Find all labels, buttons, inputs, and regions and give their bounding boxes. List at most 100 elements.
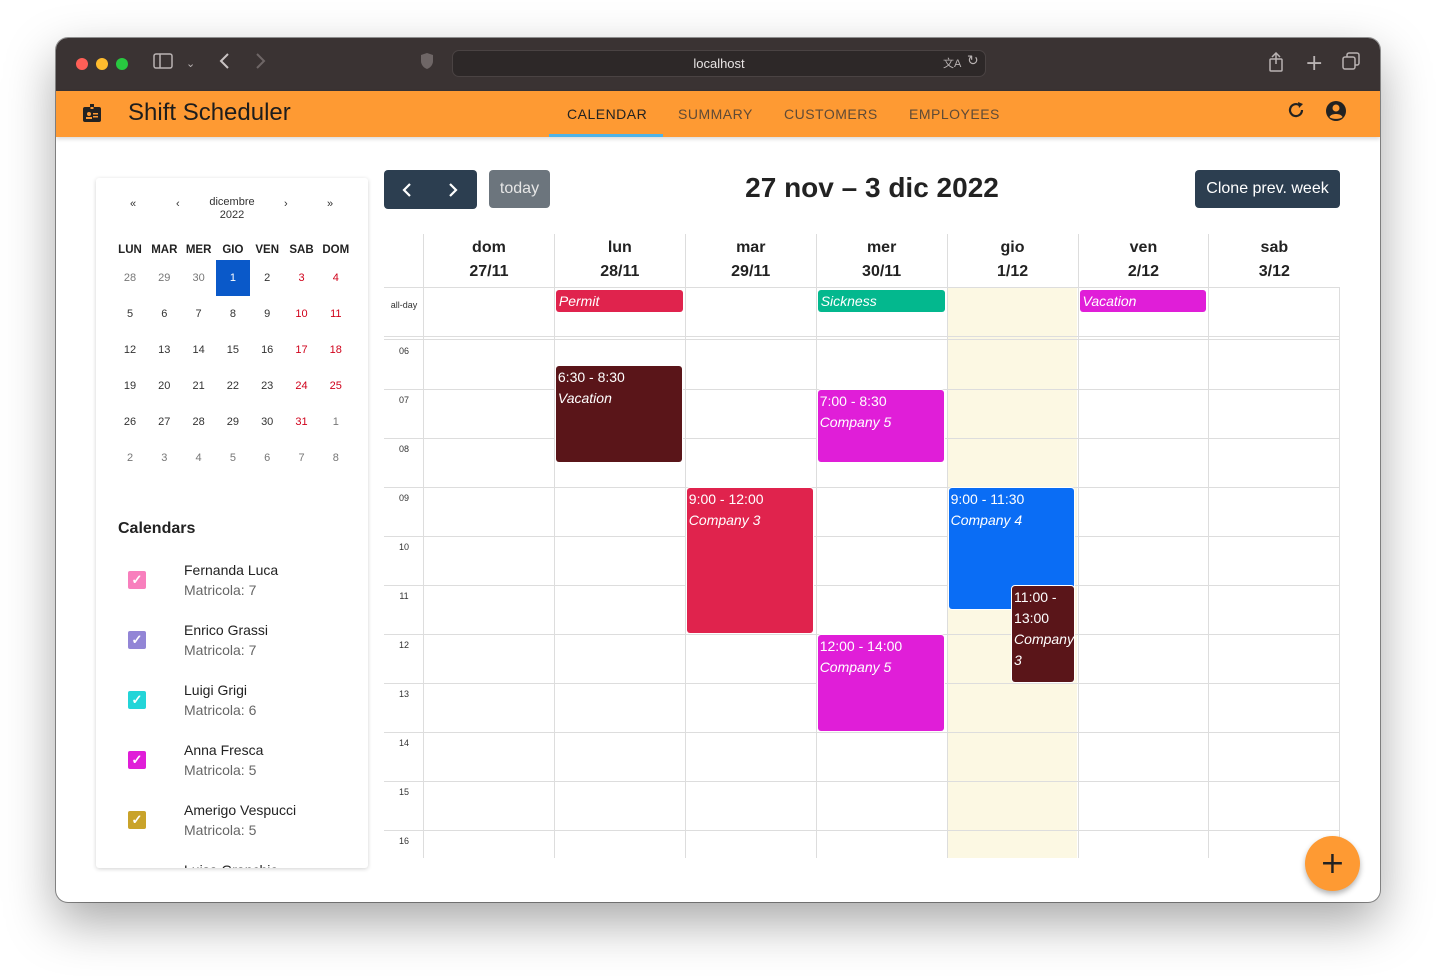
next-month-button[interactable]: ›: [284, 198, 288, 210]
shift-event[interactable]: 12:00 - 14:00 Company 5: [817, 635, 944, 731]
back-icon[interactable]: [218, 52, 232, 77]
mini-calendar-day[interactable]: 22: [216, 368, 250, 404]
mini-calendar-day[interactable]: 31: [285, 404, 319, 440]
mini-calendar-day[interactable]: 10: [285, 296, 319, 332]
calendar-name: Enrico Grassi: [184, 622, 269, 638]
checkbox-icon[interactable]: ✓: [128, 571, 146, 589]
mini-calendar-day[interactable]: 2: [113, 440, 147, 476]
close-window-button[interactable]: [76, 58, 88, 70]
mini-calendar-day[interactable]: 3: [285, 260, 319, 296]
refresh-icon[interactable]: [1286, 100, 1306, 125]
day-header[interactable]: lun 28/11: [553, 234, 685, 287]
mini-calendar-day[interactable]: 27: [147, 404, 181, 440]
mini-calendar-day[interactable]: 16: [250, 332, 284, 368]
allday-event[interactable]: Permit: [555, 290, 683, 312]
maximize-window-button[interactable]: [116, 58, 128, 70]
mini-calendar-day[interactable]: 2: [250, 260, 284, 296]
mini-calendar-day[interactable]: 30: [182, 260, 216, 296]
mini-calendar-day[interactable]: 20: [147, 368, 181, 404]
mini-calendar-day[interactable]: 5: [216, 440, 250, 476]
checkbox-icon[interactable]: ✓: [128, 691, 146, 709]
mini-calendar-day[interactable]: 24: [285, 368, 319, 404]
mini-calendar-day[interactable]: 29: [147, 260, 181, 296]
reload-page-icon[interactable]: ↻: [967, 53, 979, 69]
day-header[interactable]: mer 30/11: [815, 234, 947, 287]
mini-calendar-day[interactable]: 12: [113, 332, 147, 368]
checkbox-icon[interactable]: ✓: [128, 811, 146, 829]
tab-customers[interactable]: CUSTOMERS: [784, 106, 878, 122]
mini-calendar-day[interactable]: 18: [319, 332, 353, 368]
day-header[interactable]: dom 27/11: [423, 234, 554, 287]
calendar-item[interactable]: ✓ Fernanda Luca Matricola: 7: [96, 560, 368, 620]
day-header[interactable]: gio 1/12: [946, 234, 1078, 287]
mini-calendar-day[interactable]: 5: [113, 296, 147, 332]
mini-calendar-day[interactable]: 26: [113, 404, 147, 440]
checkbox-icon[interactable]: ✓: [128, 631, 146, 649]
mini-calendar-day[interactable]: 9: [250, 296, 284, 332]
next-year-button[interactable]: »: [327, 198, 333, 210]
share-icon[interactable]: [1268, 51, 1284, 79]
calendar-item[interactable]: ✓Luisa Granchio: [96, 860, 368, 868]
day-header[interactable]: ven 2/12: [1077, 234, 1209, 287]
hour-divider: [384, 781, 1340, 782]
mini-calendar-day[interactable]: 13: [147, 332, 181, 368]
mini-calendar-day[interactable]: 7: [285, 440, 319, 476]
allday-event[interactable]: Vacation: [1079, 290, 1207, 312]
address-bar[interactable]: localhost 文A ↻: [452, 50, 986, 77]
mini-calendar-day[interactable]: 30: [250, 404, 284, 440]
forward-icon[interactable]: [253, 52, 267, 77]
calendar-item[interactable]: ✓ Luigi Grigi Matricola: 6: [96, 680, 368, 740]
mini-calendar-day[interactable]: 4: [182, 440, 216, 476]
shift-event[interactable]: 11:00 - 13:00 Company 3: [1012, 586, 1075, 682]
prev-month-button[interactable]: ‹: [176, 198, 180, 210]
sidebar-toggle-icon[interactable]: [153, 52, 173, 76]
mini-calendar-day[interactable]: 19: [113, 368, 147, 404]
day-header[interactable]: mar 29/11: [684, 234, 816, 287]
mini-calendar-day[interactable]: 6: [250, 440, 284, 476]
calendar-item[interactable]: ✓ Amerigo Vespucci Matricola: 5: [96, 800, 368, 860]
today-button[interactable]: today: [489, 170, 550, 208]
mini-calendar-month[interactable]: dicembre 2022: [192, 196, 272, 222]
shift-event[interactable]: 9:00 - 12:00 Company 3: [686, 488, 813, 633]
mini-calendar-day[interactable]: 4: [319, 260, 353, 296]
mini-calendar-day[interactable]: 25: [319, 368, 353, 404]
account-icon[interactable]: [1325, 100, 1347, 127]
mini-calendar-day[interactable]: 29: [216, 404, 250, 440]
checkbox-icon[interactable]: ✓: [128, 751, 146, 769]
calendar-item[interactable]: ✓ Anna Fresca Matricola: 5: [96, 740, 368, 800]
mini-calendar-day[interactable]: 1: [215, 260, 250, 296]
mini-calendar-day[interactable]: 3: [147, 440, 181, 476]
mini-calendar-day[interactable]: 6: [147, 296, 181, 332]
tab-calendar[interactable]: CALENDAR: [567, 106, 647, 122]
clone-prev-week-button[interactable]: Clone prev. week: [1195, 170, 1340, 208]
mini-calendar-day[interactable]: 7: [182, 296, 216, 332]
new-tab-icon[interactable]: +: [1305, 52, 1323, 76]
minimize-window-button[interactable]: [96, 58, 108, 70]
mini-calendar-day[interactable]: 8: [216, 296, 250, 332]
tabs-overview-icon[interactable]: [1342, 52, 1360, 77]
allday-event[interactable]: Sickness: [817, 290, 945, 312]
mini-calendar-day[interactable]: 21: [182, 368, 216, 404]
day-date: 29/11: [731, 263, 771, 280]
shift-event[interactable]: 6:30 - 8:30 Vacation: [555, 365, 682, 462]
tab-employees[interactable]: EMPLOYEES: [909, 106, 1000, 122]
mini-calendar-day[interactable]: 23: [250, 368, 284, 404]
mini-calendar-day[interactable]: 14: [182, 332, 216, 368]
mini-calendar-day[interactable]: 1: [319, 404, 353, 440]
translate-icon[interactable]: 文A: [943, 55, 961, 71]
mini-calendar-day[interactable]: 28: [182, 404, 216, 440]
prev-week-button[interactable]: [384, 170, 430, 209]
mini-calendar-day[interactable]: 15: [216, 332, 250, 368]
day-header[interactable]: sab 3/12: [1208, 234, 1339, 287]
mini-calendar-day[interactable]: 11: [319, 296, 353, 332]
calendar-item[interactable]: ✓ Enrico Grassi Matricola: 7: [96, 620, 368, 680]
next-week-button[interactable]: [430, 170, 476, 209]
mini-calendar-day[interactable]: 17: [285, 332, 319, 368]
prev-year-button[interactable]: «: [130, 198, 136, 210]
add-event-button[interactable]: +: [1305, 836, 1360, 891]
mini-calendar-day[interactable]: 28: [113, 260, 147, 296]
shift-event[interactable]: 7:00 - 8:30 Company 5: [817, 390, 944, 462]
tab-summary[interactable]: SUMMARY: [678, 106, 753, 122]
chevron-down-icon[interactable]: ⌄: [186, 52, 195, 76]
mini-calendar-day[interactable]: 8: [319, 440, 353, 476]
